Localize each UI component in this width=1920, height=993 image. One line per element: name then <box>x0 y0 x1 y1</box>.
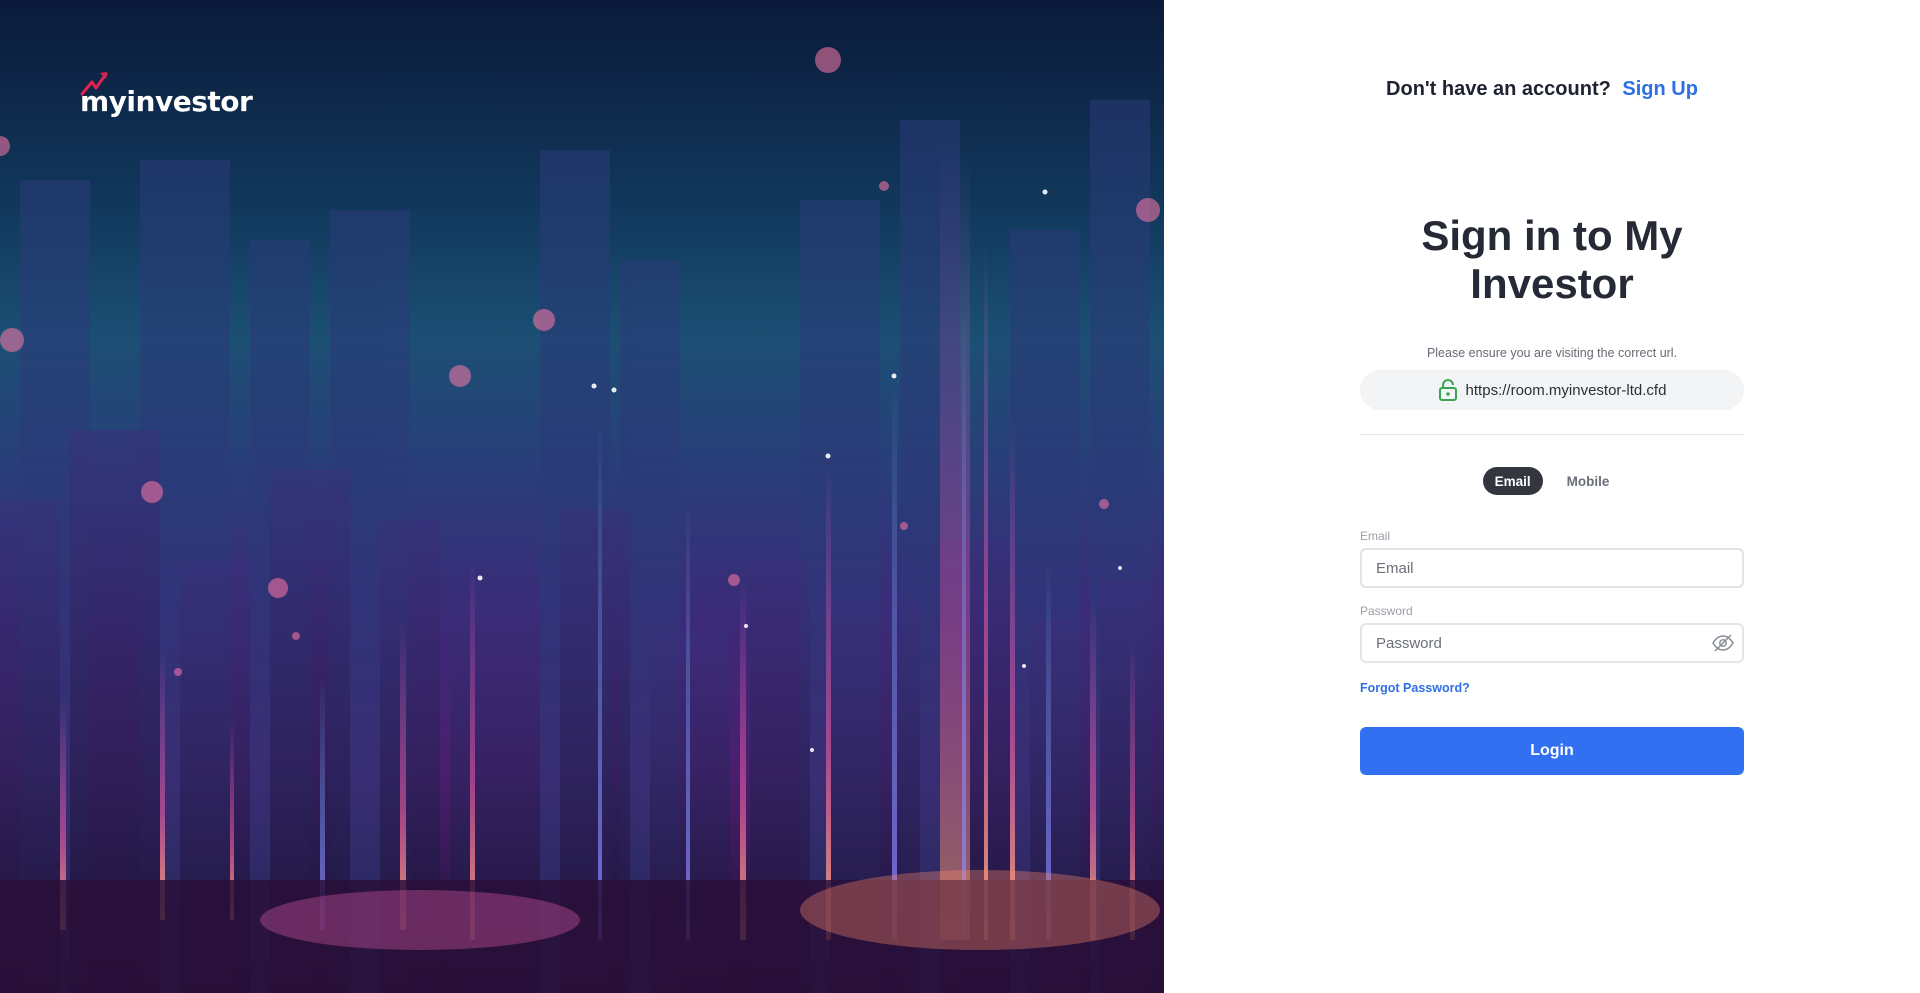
password-field-wrap <box>1360 623 1744 663</box>
eye-off-icon[interactable] <box>1712 633 1734 653</box>
url-display: https://room.myinvestor-ltd.cfd <box>1360 370 1744 410</box>
url-text: https://room.myinvestor-ltd.cfd <box>1465 381 1667 399</box>
email-field-wrap <box>1360 548 1744 588</box>
logo-arrow-icon <box>80 72 108 96</box>
city-skyline-illustration <box>0 47 1164 993</box>
url-notice: Please ensure you are visiting the corre… <box>1426 346 1678 360</box>
page-title: Sign in to My Investor <box>1421 212 1683 307</box>
brand-logo[interactable]: myinvestor <box>80 70 253 118</box>
login-panel: Don't have an account? Sign Up Sign in t… <box>1164 0 1920 993</box>
lock-icon <box>1438 379 1457 401</box>
signup-prompt: Don't have an account? Sign Up <box>1164 78 1920 101</box>
signup-link[interactable]: Sign Up <box>1622 78 1698 100</box>
login-button[interactable]: Login <box>1360 727 1744 775</box>
divider <box>1360 434 1744 435</box>
tab-email[interactable]: Email <box>1482 467 1543 495</box>
password-field[interactable] <box>1360 623 1744 663</box>
signup-prompt-text: Don't have an account? <box>1386 78 1611 100</box>
email-label: Email <box>1360 529 1391 543</box>
login-method-tabs: Email Mobile <box>1360 467 1744 495</box>
login-form: Sign in to My Investor Please ensure you… <box>1360 212 1744 775</box>
hero-image: myinvestor <box>0 0 1164 993</box>
forgot-password-link[interactable]: Forgot Password? <box>1360 681 1470 695</box>
email-field[interactable] <box>1360 548 1744 588</box>
tab-mobile[interactable]: Mobile <box>1555 467 1622 495</box>
password-label: Password <box>1360 604 1413 618</box>
login-page: myinvestor Don't have an account? Sign U… <box>0 0 1920 993</box>
